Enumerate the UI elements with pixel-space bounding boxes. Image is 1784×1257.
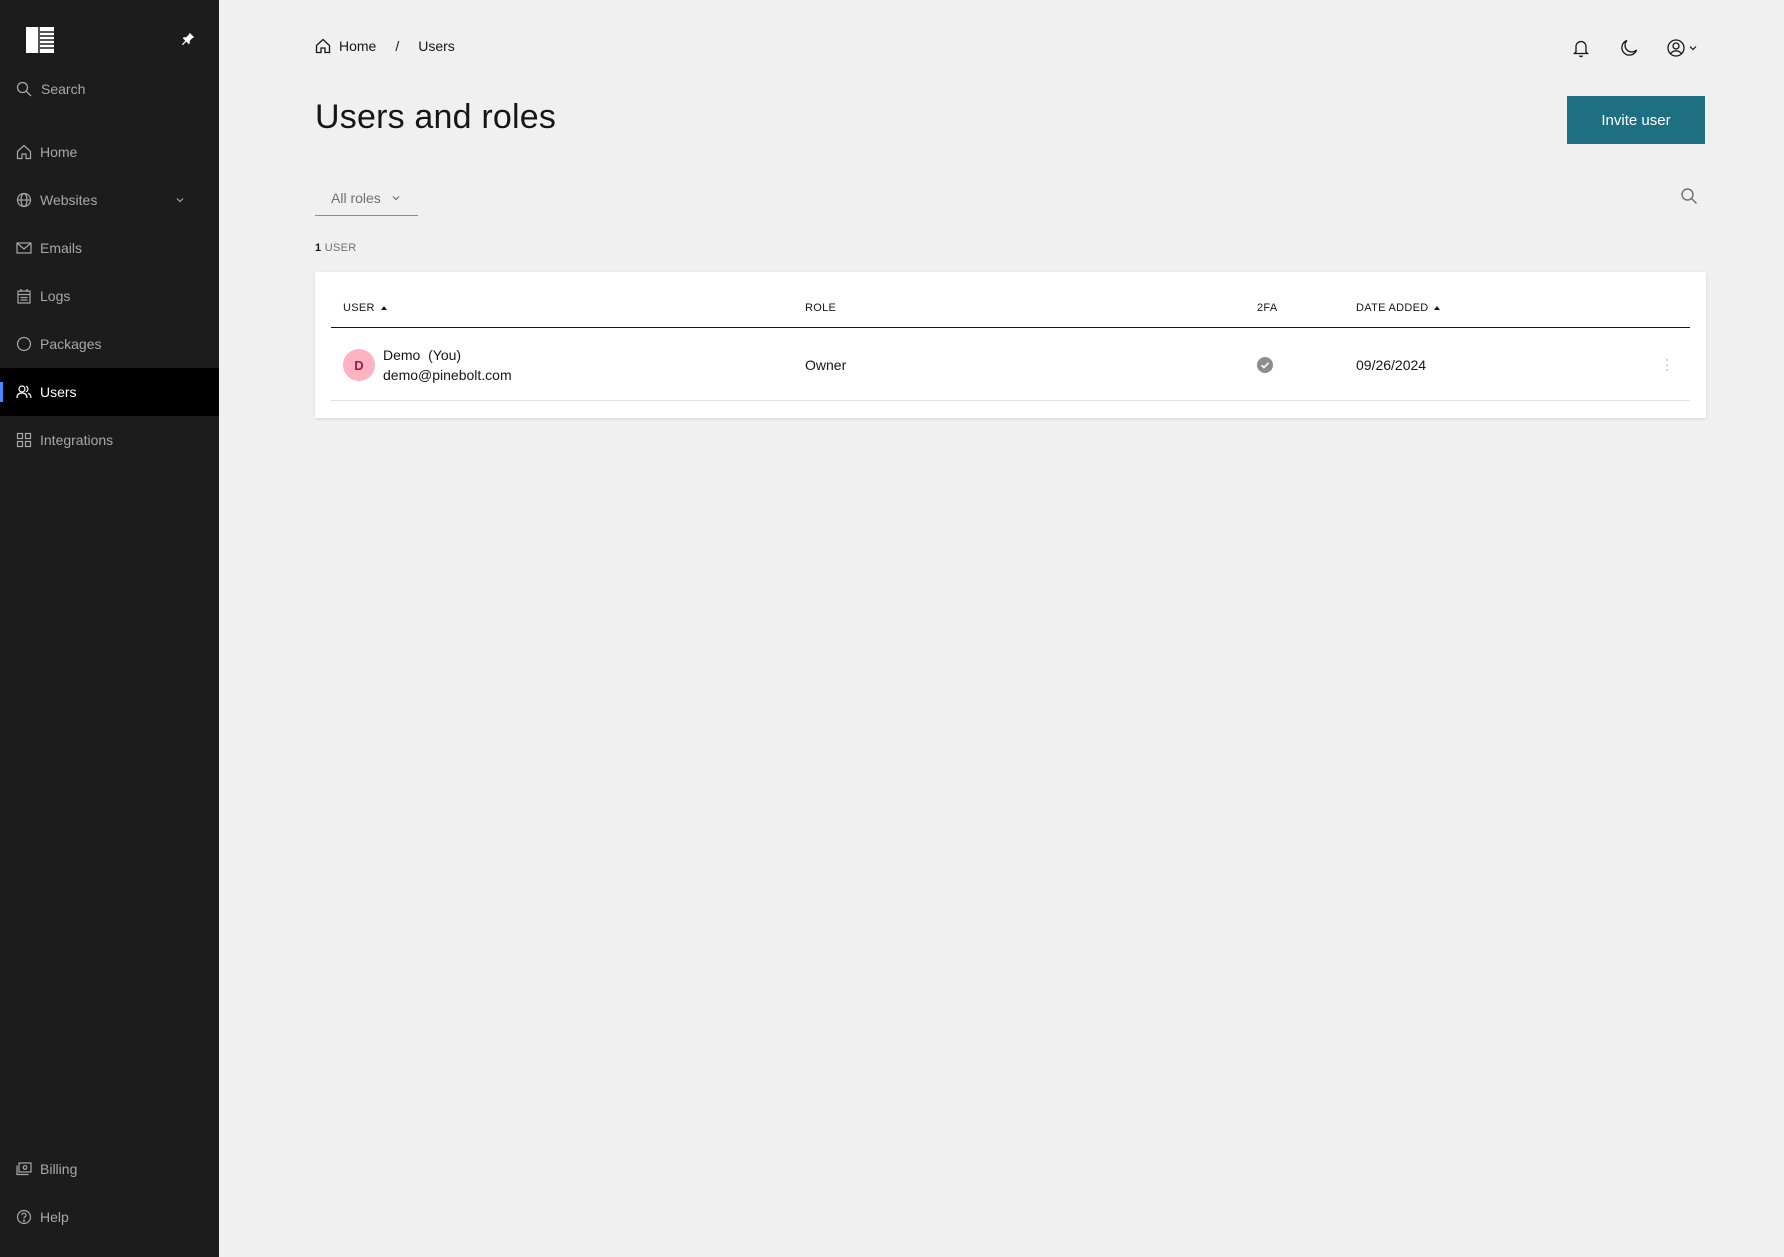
sidebar-item-label: Packages	[40, 336, 102, 352]
column-header-label: USER	[343, 302, 375, 314]
user-count: 1 USER	[315, 242, 357, 254]
column-header-label: 2FA	[1257, 302, 1278, 314]
users-icon	[16, 385, 32, 399]
check-circle-icon	[1257, 357, 1273, 373]
sidebar-item-packages[interactable]: Packages	[0, 320, 219, 368]
user-role: Owner	[805, 357, 847, 373]
table-header: USER ROLE 2FA DATE ADDED	[331, 272, 1690, 328]
sidebar-item-label: Websites	[40, 192, 98, 208]
search-icon[interactable]	[1680, 187, 1698, 205]
sidebar-item-home[interactable]: Home	[0, 128, 219, 176]
globe-icon	[16, 192, 32, 208]
search-icon	[16, 81, 32, 97]
help-icon	[16, 1209, 32, 1225]
sidebar-item-help[interactable]: Help	[0, 1193, 219, 1241]
role-filter-label: All roles	[331, 189, 381, 206]
notification-bell-icon[interactable]	[1571, 38, 1591, 58]
column-header-role: ROLE	[805, 302, 836, 314]
sidebar-item-label: Users	[40, 384, 77, 400]
user-email: demo@pinebolt.com	[383, 367, 512, 383]
package-icon	[16, 336, 32, 352]
sidebar-item-label: Logs	[40, 288, 71, 304]
table-row: D Demo (You) demo@pinebolt.com Owner 09/…	[331, 329, 1690, 401]
home-icon	[315, 38, 331, 54]
sidebar: Search Home Websites Emails Logs Package…	[0, 0, 219, 1257]
user-count-label: USER	[324, 242, 357, 254]
column-header-label: DATE ADDED	[1356, 302, 1429, 314]
sidebar-item-emails[interactable]: Emails	[0, 224, 219, 272]
apps-icon	[16, 432, 32, 448]
user-menu[interactable]	[1666, 38, 1698, 58]
mail-icon	[16, 242, 32, 254]
sidebar-item-label: Help	[40, 1209, 69, 1225]
sort-ascending-icon	[1434, 306, 1441, 310]
user-avatar-icon	[1667, 39, 1685, 57]
sidebar-item-label: Home	[40, 144, 78, 160]
breadcrumb-current: Users	[418, 38, 455, 54]
column-header-label: ROLE	[805, 302, 837, 314]
sidebar-item-logs[interactable]: Logs	[0, 272, 219, 320]
column-header-date-added[interactable]: DATE ADDED	[1356, 302, 1441, 314]
column-header-2fa: 2FA	[1257, 302, 1277, 314]
billing-icon	[16, 1162, 32, 1176]
breadcrumb: Home / Users	[315, 38, 455, 54]
overflow-menu-icon[interactable]	[1664, 355, 1670, 375]
moon-icon[interactable]	[1619, 38, 1639, 58]
sidebar-item-websites[interactable]: Websites	[0, 176, 219, 224]
avatar: D	[343, 349, 375, 381]
users-table: USER ROLE 2FA DATE ADDED D Demo (You) de…	[315, 272, 1706, 418]
chevron-down-icon	[1689, 46, 1697, 51]
user-count-number: 1	[315, 242, 322, 254]
invite-user-button[interactable]: Invite user	[1567, 96, 1705, 144]
pin-icon[interactable]	[181, 32, 195, 46]
sidebar-item-label: Billing	[40, 1161, 78, 1177]
breadcrumb-separator: /	[395, 38, 400, 54]
page-title: Users and roles	[315, 98, 557, 136]
chevron-down-icon	[176, 198, 184, 203]
user-name: Demo (You)	[383, 347, 462, 363]
sidebar-item-billing[interactable]: Billing	[0, 1145, 219, 1193]
sidebar-item-label: Integrations	[40, 432, 114, 448]
sidebar-item-users[interactable]: Users	[0, 368, 219, 416]
sidebar-search-label: Search	[41, 81, 86, 97]
sidebar-search[interactable]: Search	[16, 78, 85, 100]
column-header-user[interactable]: USER	[343, 302, 387, 314]
chevron-down-icon	[392, 195, 400, 200]
user-date-added: 09/26/2024	[1356, 357, 1427, 373]
calendar-icon	[17, 289, 31, 304]
breadcrumb-home-link[interactable]: Home	[339, 38, 376, 54]
sort-ascending-icon	[380, 306, 387, 310]
sidebar-item-label: Emails	[40, 240, 83, 256]
logo[interactable]	[24, 25, 56, 55]
role-filter-dropdown[interactable]: All roles	[315, 180, 418, 216]
sidebar-item-integrations[interactable]: Integrations	[0, 416, 219, 464]
home-icon	[16, 144, 32, 160]
